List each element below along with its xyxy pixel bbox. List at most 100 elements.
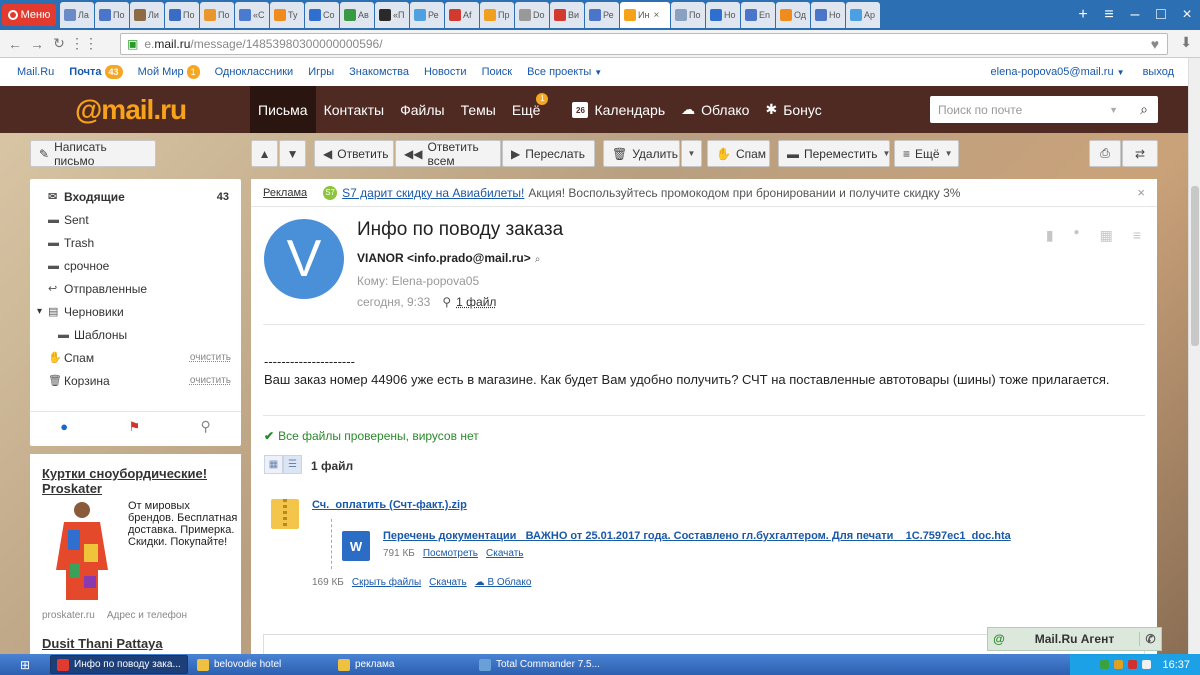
zip-file-icon[interactable] bbox=[271, 499, 299, 529]
start-button[interactable]: ⊞ bbox=[0, 654, 50, 675]
page-scrollbar[interactable] bbox=[1188, 58, 1200, 654]
folder-item[interactable]: ▬ срочное bbox=[30, 254, 241, 277]
maximize-window-button[interactable]: □ bbox=[1148, 2, 1174, 28]
close-window-button[interactable]: × bbox=[1174, 2, 1200, 28]
calendar-icon[interactable]: ▦ bbox=[1100, 227, 1113, 244]
tray-flag-icon[interactable] bbox=[1128, 660, 1138, 669]
files-link[interactable]: 1 файл bbox=[456, 295, 496, 309]
hide-files-link[interactable]: Скрыть файлы bbox=[352, 577, 421, 588]
browser-tab[interactable]: Пр bbox=[480, 2, 514, 28]
download-doc-link[interactable]: Скачать bbox=[486, 548, 524, 559]
forward-button[interactable]: ▶ Переслать bbox=[502, 140, 595, 167]
browser-tab[interactable]: Af bbox=[445, 2, 479, 28]
move-button[interactable]: ▬ Переместить ▼ bbox=[778, 140, 890, 167]
user-account-menu[interactable]: elena-popova05@mail.ru ▼ bbox=[991, 66, 1125, 78]
browser-tab[interactable]: Ту bbox=[270, 2, 304, 28]
url-field[interactable]: ▣ e. mail.ru/message/14853980300000000596… bbox=[120, 33, 1168, 55]
nav-contacts[interactable]: Контакты bbox=[316, 86, 392, 133]
promo-site[interactable]: proskater.ru bbox=[42, 610, 95, 621]
tray-antivirus-icon[interactable] bbox=[1114, 660, 1124, 669]
delete-button[interactable]: 🗑 Удалить bbox=[603, 140, 680, 167]
nav-calendar[interactable]: 26 Календарь bbox=[564, 86, 673, 133]
browser-tab[interactable]: По bbox=[165, 2, 199, 28]
mail-agent-widget[interactable]: @ Mail.Ru Агент ✆ bbox=[987, 627, 1162, 651]
reply-button[interactable]: ◀ Ответить bbox=[314, 140, 394, 167]
folder-item[interactable]: ✋ Спам очистить bbox=[30, 346, 241, 369]
folder-item[interactable]: ✉ Входящие 43 bbox=[30, 185, 241, 208]
browser-menu-button[interactable]: Меню bbox=[2, 4, 56, 26]
minimize-window-button[interactable]: – bbox=[1122, 2, 1148, 28]
browser-tab[interactable]: Но bbox=[706, 2, 740, 28]
nav-cloud[interactable]: ☁ Облако bbox=[673, 86, 757, 133]
browser-tab[interactable]: По bbox=[200, 2, 234, 28]
taskbar-task[interactable]: Total Commander 7.5... bbox=[473, 655, 611, 674]
browser-tab[interactable]: Ла bbox=[60, 2, 94, 28]
browser-tab[interactable]: Ре bbox=[585, 2, 619, 28]
save-to-cloud-link[interactable]: ☁ В Облако bbox=[475, 577, 532, 588]
browser-tab[interactable]: Ви bbox=[550, 2, 584, 28]
flag-icon[interactable]: ▮ bbox=[1046, 227, 1054, 244]
logout-link[interactable]: выход bbox=[1143, 66, 1174, 78]
browser-tab[interactable]: En bbox=[741, 2, 775, 28]
browser-tab[interactable]: По bbox=[671, 2, 705, 28]
close-icon[interactable]: × bbox=[1137, 185, 1145, 200]
tray-clock[interactable]: 16:37 bbox=[1162, 659, 1190, 671]
scrollbar-thumb[interactable] bbox=[1191, 186, 1199, 346]
download-zip-link[interactable]: Скачать bbox=[429, 577, 467, 588]
portal-link-all-projects[interactable]: Все проекты ▼ bbox=[527, 66, 602, 78]
menu-icon[interactable]: ≡ bbox=[1133, 227, 1141, 244]
ad-label[interactable]: Реклама bbox=[263, 187, 307, 199]
ad-link[interactable]: S7 дарит скидку на Авиабилеты! bbox=[342, 186, 524, 200]
doc-file-link[interactable]: Перечень документации _ВАЖНО от 25.01.20… bbox=[383, 530, 1011, 542]
expand-toggle-icon[interactable]: ▾ bbox=[37, 306, 42, 317]
taskbar-task[interactable]: Инфо по поводу зака... bbox=[50, 655, 188, 674]
clear-folder-link[interactable]: очистить bbox=[190, 352, 231, 363]
browser-tab[interactable]: Од bbox=[776, 2, 810, 28]
taskbar-task[interactable]: belovodie hotel bbox=[191, 655, 329, 674]
browser-tab[interactable]: Ав bbox=[340, 2, 374, 28]
promo-contacts-link[interactable]: Адрес и телефон bbox=[107, 610, 187, 621]
translate-button[interactable]: ⇄ bbox=[1122, 140, 1158, 167]
speed-dial-icon[interactable]: ⋮⋮ bbox=[70, 35, 98, 52]
portal-link-search[interactable]: Поиск bbox=[482, 66, 512, 78]
chevron-down-icon[interactable]: ▼ bbox=[1109, 105, 1118, 115]
phone-icon[interactable]: ✆ bbox=[1139, 632, 1161, 646]
tray-network-icon[interactable] bbox=[1100, 660, 1110, 669]
previous-message-button[interactable]: ▲ bbox=[251, 140, 278, 167]
delete-dropdown-button[interactable]: ▼ bbox=[681, 140, 702, 167]
folder-item[interactable]: ▬ Trash bbox=[30, 231, 241, 254]
browser-tab[interactable]: «П bbox=[375, 2, 409, 28]
folder-item[interactable]: ↩ Отправленные bbox=[30, 277, 241, 300]
flag-filter-icon[interactable]: ⚑ bbox=[128, 419, 140, 435]
browser-tab[interactable]: По bbox=[95, 2, 129, 28]
close-tab-icon[interactable]: × bbox=[653, 10, 659, 21]
promo-jacket-image[interactable] bbox=[50, 500, 114, 602]
tray-volume-icon[interactable] bbox=[1142, 660, 1152, 669]
mailru-logo[interactable]: @mail.ru bbox=[75, 94, 187, 126]
nav-bonus[interactable]: ✱ Бонус bbox=[757, 86, 829, 133]
search-icon[interactable]: ⌕ bbox=[535, 254, 541, 265]
browser-tab[interactable]: Но bbox=[811, 2, 845, 28]
portal-link-news[interactable]: Новости bbox=[424, 66, 467, 78]
bookmark-heart-icon[interactable]: ♥ bbox=[1151, 36, 1159, 52]
portal-link-mail[interactable]: Почта 43 bbox=[69, 65, 123, 79]
spam-button[interactable]: ✋ Спам bbox=[707, 140, 770, 167]
folder-item[interactable]: ▤ Черновики ▾ bbox=[30, 300, 241, 323]
mail-search-input[interactable]: Поиск по почте ▼ ⌕ bbox=[930, 96, 1158, 123]
clear-folder-link[interactable]: очистить bbox=[190, 375, 231, 386]
word-file-icon[interactable]: W bbox=[342, 531, 370, 561]
portal-link-dating[interactable]: Знакомства bbox=[349, 66, 409, 78]
new-tab-button[interactable]: + bbox=[1070, 2, 1096, 28]
portal-link-mailru[interactable]: Mail.Ru bbox=[17, 66, 54, 78]
promo-next-title[interactable]: Dusit Thani Pattaya bbox=[42, 636, 163, 651]
browser-tab[interactable]: Do bbox=[515, 2, 549, 28]
browser-tab[interactable]: Ре bbox=[410, 2, 444, 28]
tab-list-icon[interactable]: ≡ bbox=[1096, 2, 1122, 28]
nav-themes[interactable]: Темы bbox=[453, 86, 504, 133]
list-view-icon[interactable]: ☰ bbox=[283, 455, 302, 474]
reload-icon[interactable]: ↻ bbox=[48, 35, 70, 52]
message-sender[interactable]: VIANOR <info.prado@mail.ru> ⌕ bbox=[357, 251, 540, 265]
nav-letters[interactable]: Письма bbox=[250, 86, 316, 133]
next-message-button[interactable]: ▼ bbox=[279, 140, 306, 167]
search-icon[interactable]: ⌕ bbox=[1140, 101, 1148, 118]
